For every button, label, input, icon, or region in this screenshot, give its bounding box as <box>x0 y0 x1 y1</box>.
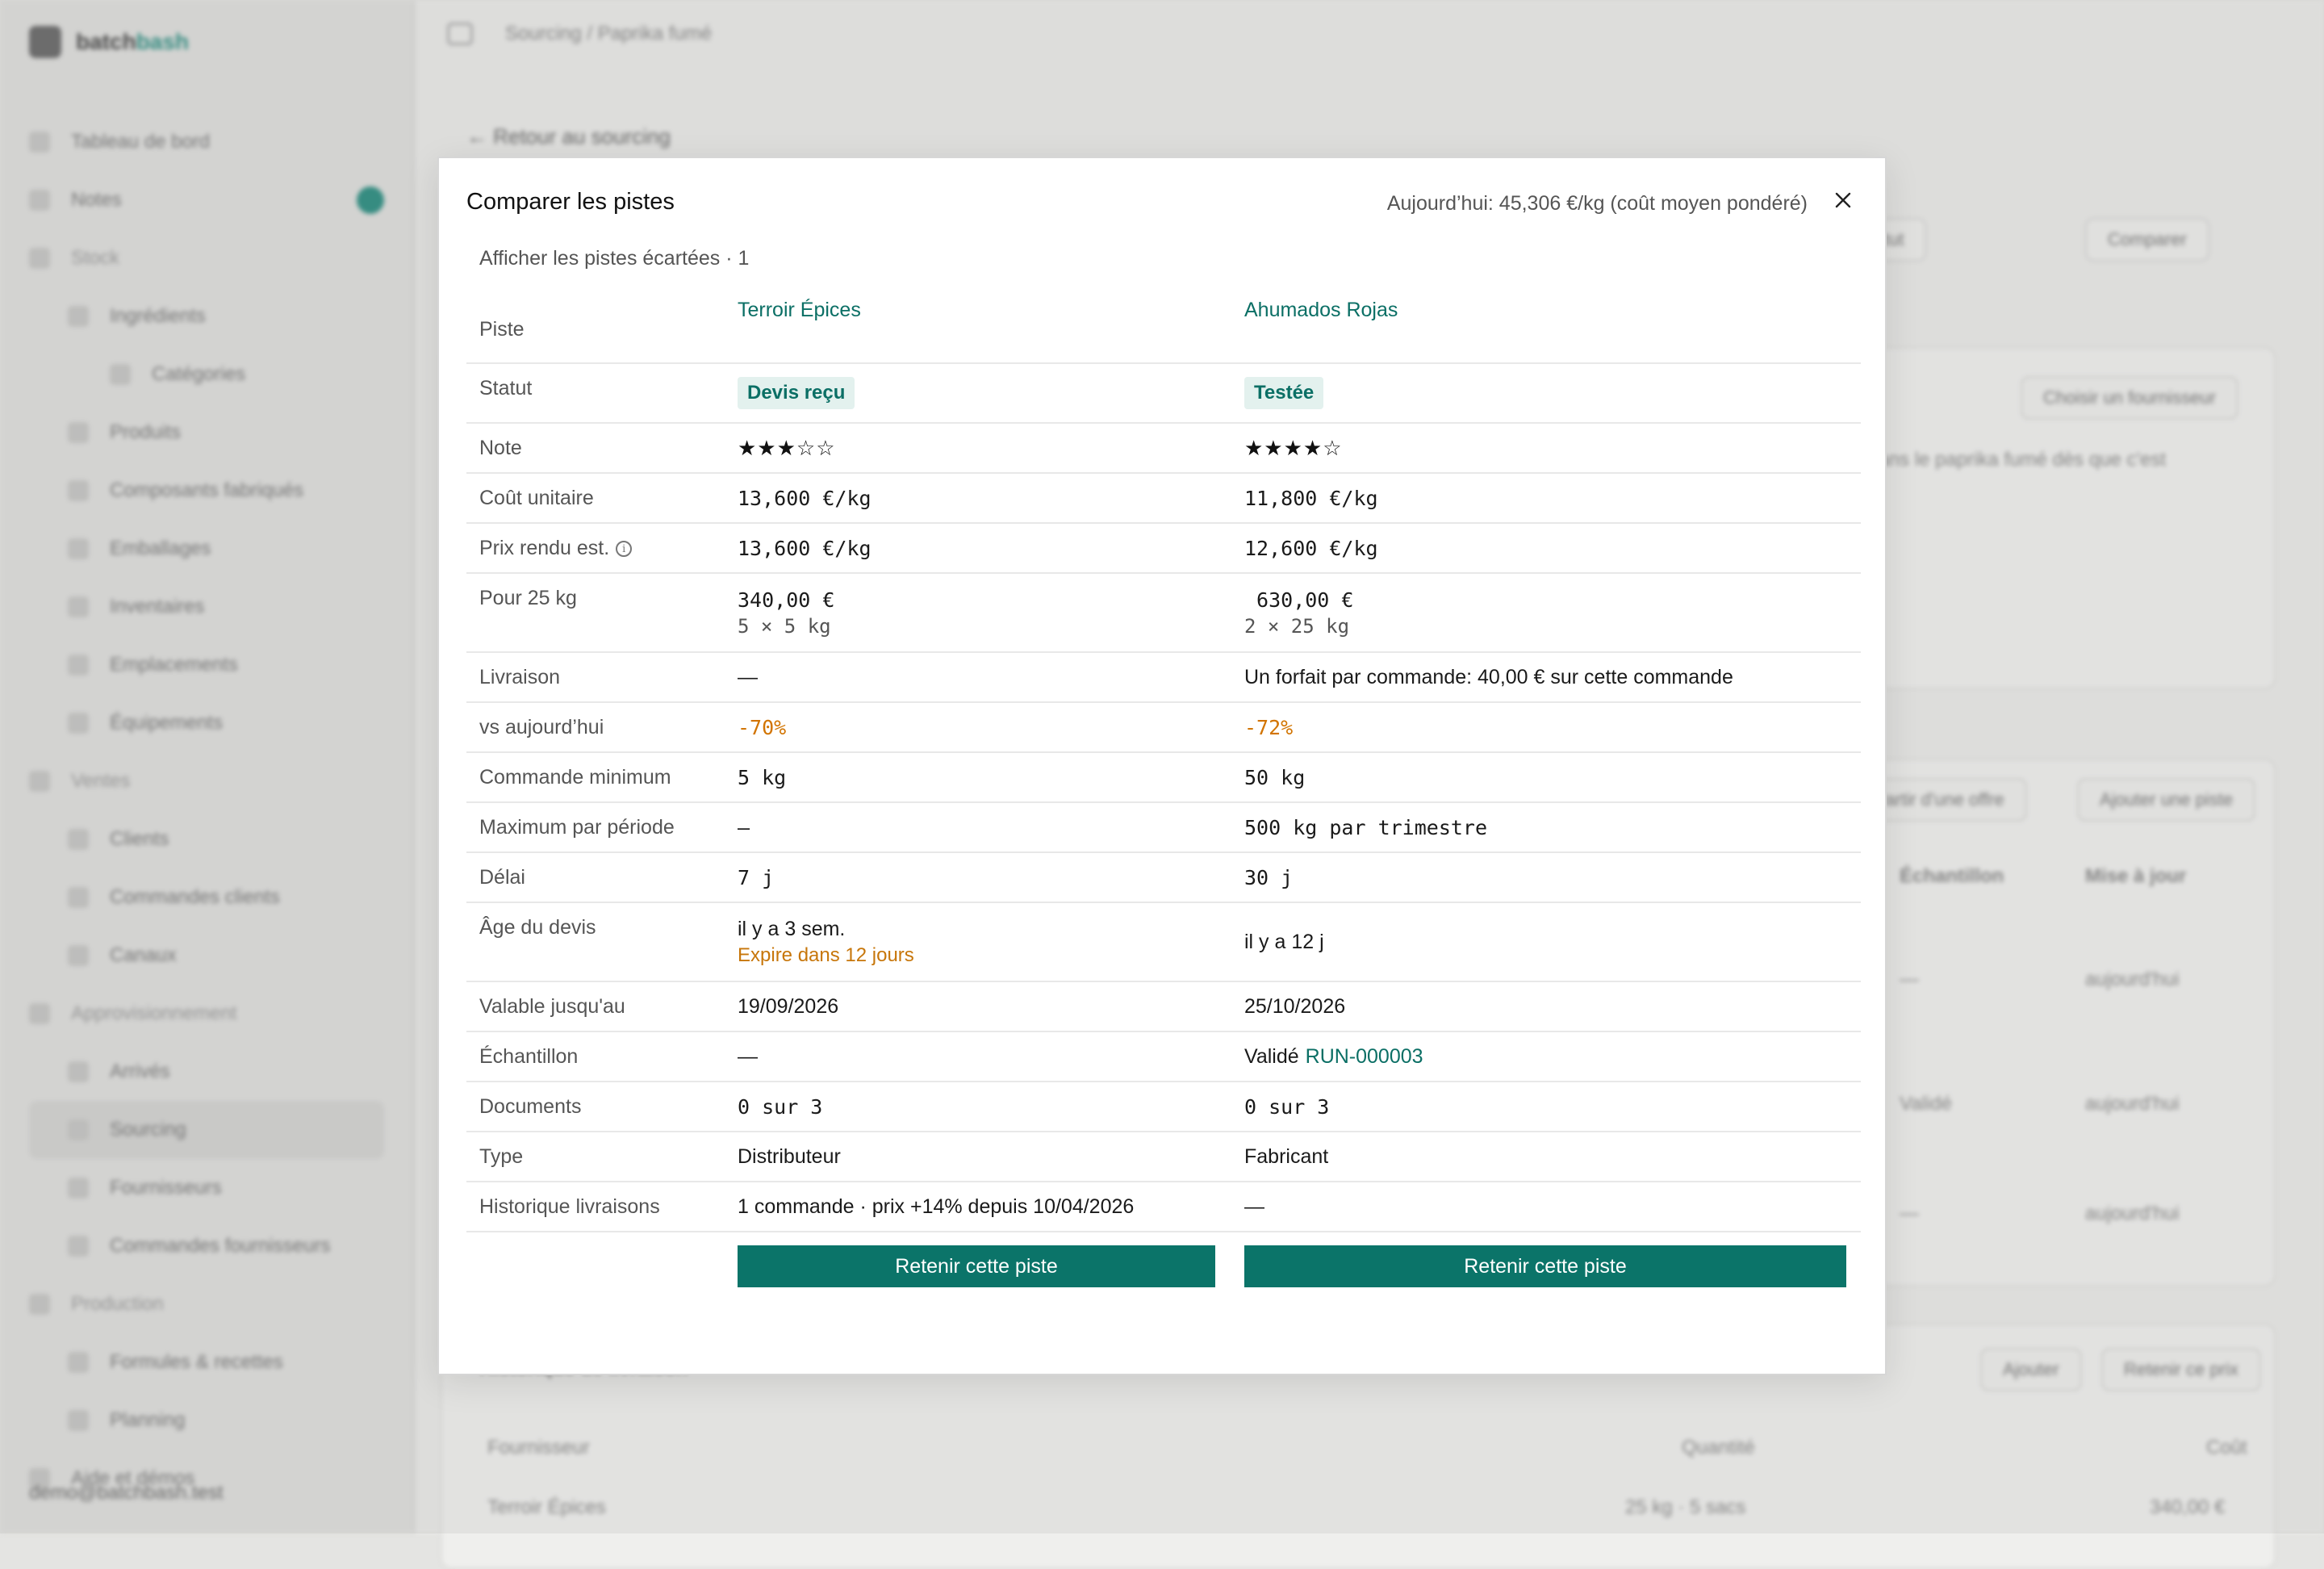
lead-name-link[interactable]: Terroir Épices <box>738 299 861 322</box>
table-row: Valable jusqu'au 19/09/2026 25/10/2026 <box>466 981 1861 1032</box>
star-rating: ★★★★☆ <box>1244 435 1343 460</box>
row-label: Commande minimum <box>466 752 725 803</box>
sample-run-link[interactable]: RUN-000003 <box>1306 1045 1423 1068</box>
row-label: Âge du devis <box>466 902 725 982</box>
table-row: Échantillon — Validé RUN-000003 <box>466 1031 1861 1082</box>
documents-value: 0 sur 3 <box>725 1082 1231 1132</box>
history-value: 1 commande · prix +14% depuis 10/04/2026 <box>725 1182 1231 1232</box>
close-button[interactable] <box>1827 184 1859 216</box>
table-row: Pour 25 kg 340,00 € 5 × 5 kg 630,00 € 2 … <box>466 573 1861 653</box>
status-badge: Devis reçu <box>738 377 855 409</box>
quote-expiry-warning: Expire dans 12 jours <box>738 943 914 966</box>
table-row: vs aujourd’hui -70% -72% <box>466 702 1861 753</box>
type-value: Fabricant <box>1231 1132 1861 1182</box>
close-icon <box>1835 192 1851 208</box>
row-label: Note <box>466 423 725 474</box>
lead-time-value: 30 j <box>1231 852 1861 903</box>
table-row: Livraison — Un forfait par commande: 40,… <box>466 652 1861 703</box>
quote-age-value: il y a 12 j <box>1231 902 1861 982</box>
row-label: Documents <box>466 1082 725 1132</box>
row-label: Pour 25 kg <box>466 573 725 653</box>
retain-lead-button[interactable]: Retenir cette piste <box>1244 1245 1846 1287</box>
lead-time-value: 7 j <box>725 852 1231 903</box>
table-row: Commande minimum 5 kg 50 kg <box>466 752 1861 803</box>
vs-today-value: -72% <box>1231 702 1861 753</box>
unit-cost-value: 11,800 €/kg <box>1231 473 1861 524</box>
landed-price-value: 13,600 €/kg <box>725 523 1231 574</box>
vs-today-value: -70% <box>725 702 1231 753</box>
delivery-value: Un forfait par commande: 40,00 € sur cet… <box>1231 652 1861 703</box>
quantity-total: 340,00 € <box>738 588 835 612</box>
table-row: Note ★★★☆☆ ★★★★☆ <box>466 423 1861 474</box>
dialog-title: Comparer les pistes <box>466 189 675 215</box>
quantity-detail: 2 × 25 kg <box>1244 614 1350 638</box>
row-label: Statut <box>466 363 725 424</box>
row-label: Maximum par période <box>466 802 725 853</box>
sample-value: — <box>725 1031 1231 1082</box>
row-label: Livraison <box>466 652 725 703</box>
table-row: Piste Terroir Épices Ahumados Rojas <box>466 292 1861 364</box>
table-row: Délai 7 j 30 j <box>466 852 1861 903</box>
comparison-table: Piste Terroir Épices Ahumados Rojas Stat… <box>466 292 1861 1303</box>
row-label: vs aujourd’hui <box>466 702 725 753</box>
star-rating: ★★★☆☆ <box>738 435 836 460</box>
status-badge: Testée <box>1244 377 1324 409</box>
row-label: Coût unitaire <box>466 473 725 524</box>
landed-price-value: 12,600 €/kg <box>1231 523 1861 574</box>
row-label: Prix rendu est. i <box>466 523 725 574</box>
lead-name-link[interactable]: Ahumados Rojas <box>1244 299 1398 322</box>
valid-until-value: 19/09/2026 <box>725 981 1231 1032</box>
quantity-detail: 5 × 5 kg <box>738 614 831 638</box>
history-value: — <box>1231 1182 1861 1232</box>
unit-cost-value: 13,600 €/kg <box>725 473 1231 524</box>
retain-lead-button[interactable]: Retenir cette piste <box>738 1245 1215 1287</box>
max-period-value: — <box>725 802 1231 853</box>
documents-value: 0 sur 3 <box>1231 1082 1861 1132</box>
row-label: Type <box>466 1132 725 1182</box>
table-row: Coût unitaire 13,600 €/kg 11,800 €/kg <box>466 473 1861 524</box>
delivery-value: — <box>725 652 1231 703</box>
sample-status: Validé <box>1244 1044 1299 1068</box>
row-label: Historique livraisons <box>466 1182 725 1232</box>
quote-age-value: il y a 3 sem. <box>738 917 846 940</box>
row-label: Délai <box>466 852 725 903</box>
max-period-value: 500 kg par trimestre <box>1231 802 1861 853</box>
info-icon[interactable]: i <box>616 540 633 557</box>
table-row: Prix rendu est. i 13,600 €/kg 12,600 €/kg <box>466 523 1861 574</box>
table-row: Documents 0 sur 3 0 sur 3 <box>466 1082 1861 1132</box>
valid-until-value: 25/10/2026 <box>1231 981 1861 1032</box>
table-row: Maximum par période — 500 kg par trimest… <box>466 802 1861 853</box>
moq-value: 50 kg <box>1231 752 1861 803</box>
table-row: Statut Devis reçu Testée <box>466 363 1861 424</box>
table-row: Type Distributeur Fabricant <box>466 1132 1861 1182</box>
average-cost-info: Aujourd’hui: 45,306 €/kg (coût moyen pon… <box>1386 192 1808 215</box>
row-label: Piste <box>466 292 725 364</box>
type-value: Distributeur <box>725 1132 1231 1182</box>
quantity-total: 630,00 € <box>1244 588 1354 612</box>
row-label: Valable jusqu'au <box>466 981 725 1032</box>
table-row: Historique livraisons 1 commande · prix … <box>466 1182 1861 1232</box>
show-discarded-toggle[interactable]: Afficher les pistes écartées · 1 <box>479 247 749 270</box>
compare-leads-dialog: Comparer les pistes Aujourd’hui: 45,306 … <box>437 157 1887 1375</box>
actions-row: Retenir cette piste Retenir cette piste <box>466 1232 1861 1303</box>
moq-value: 5 kg <box>725 752 1231 803</box>
table-row: Âge du devis il y a 3 sem. Expire dans 1… <box>466 902 1861 982</box>
row-label: Échantillon <box>466 1031 725 1082</box>
